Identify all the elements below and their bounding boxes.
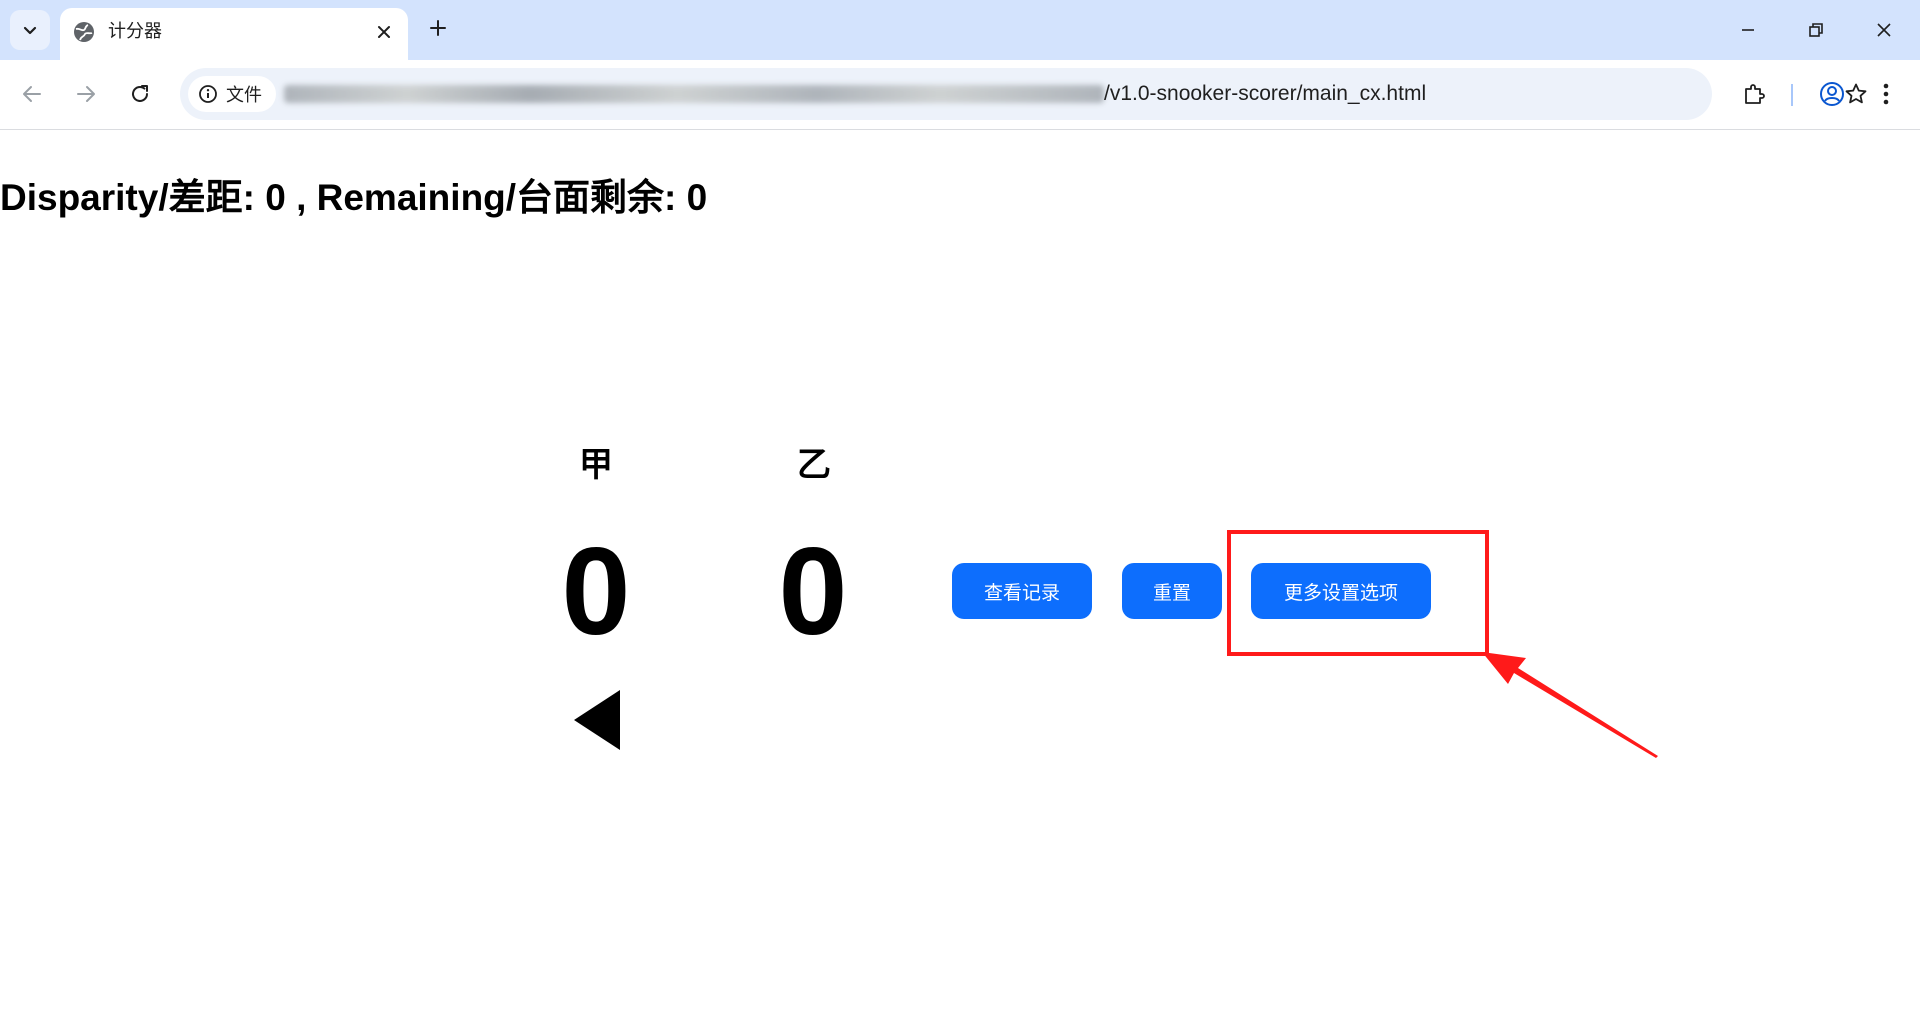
browser-toolbar: 文件 /v1.0-snooker-scorer/main_cx.html: [0, 60, 1920, 130]
account-circle-icon: [1820, 82, 1844, 106]
arrow-right-icon: [77, 86, 95, 102]
reset-button[interactable]: 重置: [1122, 563, 1222, 619]
browser-menu-button[interactable]: [1868, 76, 1904, 112]
tab-close-button[interactable]: [372, 20, 396, 44]
tab-search-button[interactable]: [10, 10, 50, 50]
reload-icon: [132, 85, 148, 102]
new-tab-button[interactable]: [422, 12, 454, 44]
url-redacted-segment: [284, 85, 1104, 103]
profile-button[interactable]: [1814, 76, 1850, 112]
back-button[interactable]: [14, 76, 50, 112]
plus-icon: [430, 20, 446, 36]
active-tab[interactable]: 计分器: [60, 8, 408, 60]
address-bar[interactable]: 文件 /v1.0-snooker-scorer/main_cx.html: [180, 68, 1867, 120]
restore-button[interactable]: [1794, 8, 1838, 52]
globe-icon: [74, 22, 94, 42]
player-a-name: 甲: [579, 445, 613, 485]
tab-title: 计分器: [108, 21, 162, 42]
puzzle-icon: [1745, 84, 1765, 104]
window-close-button[interactable]: [1862, 8, 1906, 52]
view-history-button[interactable]: 查看记录: [952, 563, 1092, 619]
site-info-chip[interactable]: 文件: [188, 76, 276, 112]
minimize-button[interactable]: [1726, 8, 1770, 52]
restore-icon: [1809, 23, 1823, 37]
annotation-highlight-box: [1227, 530, 1489, 656]
toolbar-divider: [1791, 84, 1793, 106]
reload-button[interactable]: [122, 76, 158, 112]
browser-tab-strip: 计分器: [0, 0, 1920, 60]
forward-button[interactable]: [68, 76, 104, 112]
player-a-score[interactable]: 0: [516, 522, 676, 662]
chevron-down-icon: [23, 26, 37, 35]
extensions-button[interactable]: [1736, 76, 1772, 112]
close-icon: [1877, 23, 1891, 37]
player-b-score[interactable]: 0: [733, 522, 893, 662]
current-turn-indicator-icon: [574, 690, 620, 750]
info-icon: [199, 85, 217, 103]
arrow-left-icon: [23, 86, 41, 102]
site-chip-label: 文件: [226, 85, 262, 106]
close-icon: [378, 26, 390, 38]
url-text[interactable]: /v1.0-snooker-scorer/main_cx.html: [1104, 81, 1426, 107]
more-vertical-icon: [1883, 83, 1889, 105]
minimize-icon: [1742, 29, 1754, 31]
disparity-remaining-status: Disparity/差距: 0 , Remaining/台面剩余: 0: [0, 177, 708, 218]
annotation-arrow-icon: [1482, 652, 1658, 758]
player-b-name: 乙: [797, 445, 831, 485]
